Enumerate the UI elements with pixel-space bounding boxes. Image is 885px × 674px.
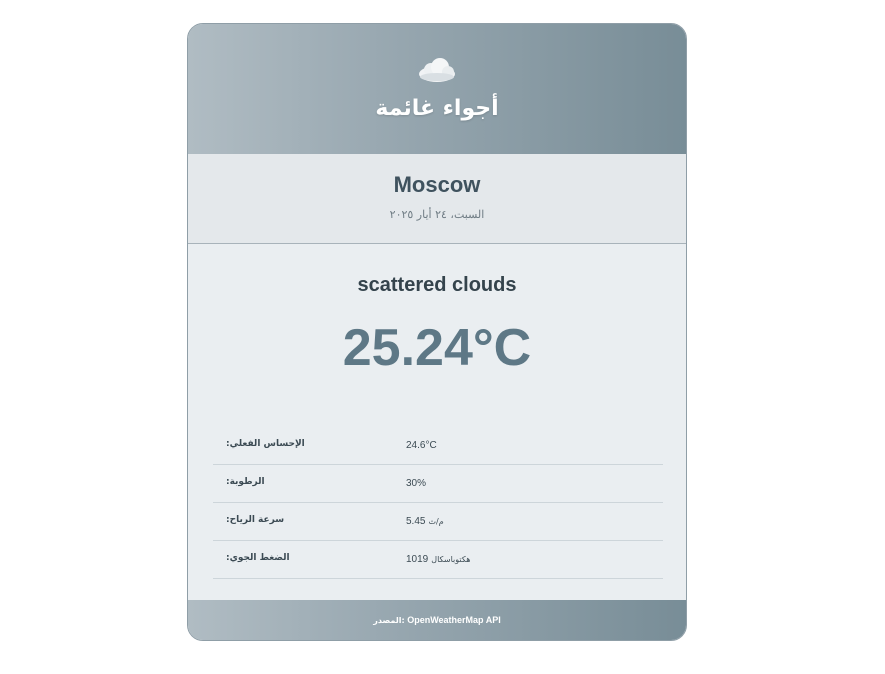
source-name: OpenWeatherMap API [407,615,501,625]
date-text: السبت، ٢٤ أيار ٢٠٢٥ [389,208,485,221]
weather-main: scattered clouds 25.24°C الإحساس الفعلي:… [188,244,686,602]
detail-value: 30% [406,478,427,489]
detail-value: 5.45 م/ث [406,516,444,527]
weather-description: scattered clouds [357,274,517,296]
temperature-value: 25.24°C [342,319,532,377]
weather-condition-title: أجواء غائمة [375,96,499,121]
weather-card: أجواء غائمة Moscow السبت، ٢٤ أيار ٢٠٢٥ s… [187,23,687,641]
source-label: المصدر: [373,616,405,625]
detail-row-pressure: الضغط الجوي: 1019 هكتوباسكال [213,541,663,579]
detail-unit: هكتوباسكال [431,555,471,564]
details-list: الإحساس الفعلي: 24.6°C الرطوبة: 30% سرعة… [213,427,663,579]
detail-label: الضغط الجوي: [226,553,290,563]
detail-value: 24.6°C [406,440,437,451]
location-section: Moscow السبت، ٢٤ أيار ٢٠٢٥ [188,154,686,244]
detail-row-wind-speed: سرعة الرياح: 5.45 م/ث [213,503,663,541]
detail-value: 1019 هكتوباسكال [406,554,471,565]
city-name: Moscow [393,172,481,197]
detail-label: الرطوبة: [226,477,265,487]
detail-row-feels-like: الإحساس الفعلي: 24.6°C [213,427,663,465]
source-footer: المصدر: OpenWeatherMap API [188,600,686,640]
detail-row-humidity: الرطوبة: 30% [213,465,663,503]
weather-header: أجواء غائمة [188,24,686,154]
cloud-icon [419,58,455,82]
detail-unit: م/ث [428,517,444,526]
detail-label: سرعة الرياح: [226,515,285,525]
detail-label: الإحساس الفعلي: [226,439,305,449]
